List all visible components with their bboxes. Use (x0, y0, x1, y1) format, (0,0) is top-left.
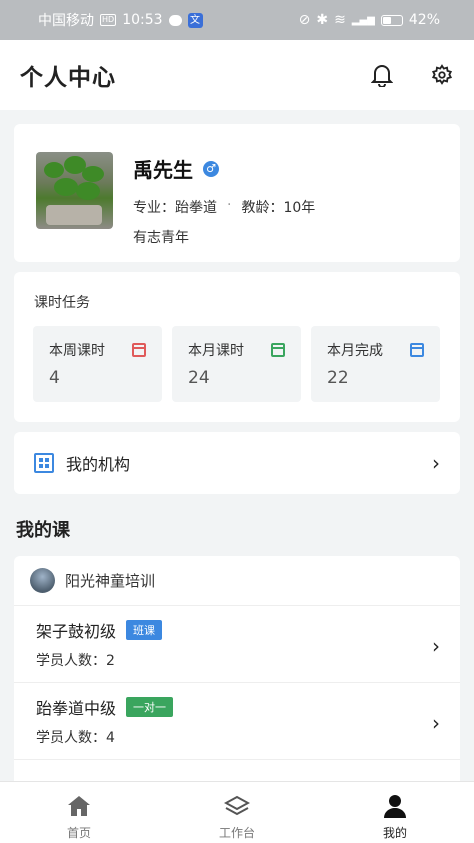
calendar-grid-icon (271, 343, 285, 357)
tab-workbench[interactable]: 工作台 (158, 782, 316, 843)
tab-label: 首页 (66, 826, 91, 840)
course-type-tag: 一对一 (126, 697, 174, 717)
course-item[interactable]: 架子鼓初级 班课 学员人数：2 › (14, 606, 460, 683)
my-courses-title: 我的课 (16, 520, 70, 541)
task-weekly-hours[interactable]: 本周课时 4 (33, 326, 162, 402)
org-link-label: 我的机构 (66, 455, 131, 474)
status-bar: 中国移动 HD 10:53 文 ⊘ ✱ ≋ ▂▄▆ 42% (0, 0, 474, 40)
course-item[interactable]: 跆拳道中级 一对一 学员人数：4 › (14, 683, 460, 760)
app-notification-icon: 文 (187, 12, 203, 28)
vibrate-icon: ⊘ (298, 12, 311, 28)
my-organization-link[interactable]: 我的机构 › (14, 432, 460, 494)
chevron-right-icon: › (432, 451, 440, 475)
page-title: 个人中心 (20, 65, 116, 91)
tab-label: 工作台 (218, 826, 255, 840)
students-count: 4 (106, 730, 115, 746)
calendar-check-icon (410, 343, 424, 357)
battery-percent: 42% (408, 12, 440, 28)
message-icon (168, 14, 182, 26)
profile-name: 禹先生 (133, 158, 193, 182)
major-label: 专业： (133, 200, 175, 216)
page-header: 个人中心 (0, 40, 474, 110)
hd-badge: HD (100, 14, 117, 26)
calendar-icon (132, 343, 146, 357)
courses-card: 阳光神童培训 架子鼓初级 班课 学员人数：2 › 跆拳道中级 一对一 学员人数：… (14, 556, 460, 796)
lesson-tasks-card: 课时任务 本周课时 4 本月课时 24 本月完成 22 (14, 272, 460, 422)
bell-icon[interactable] (370, 63, 394, 87)
students-count: 2 (106, 653, 115, 669)
building-icon (34, 453, 54, 473)
task-monthly-completed[interactable]: 本月完成 22 (311, 326, 440, 402)
major-value: 跆拳道 (175, 200, 217, 216)
org-avatar (30, 568, 55, 593)
meta-separator: · (227, 197, 232, 213)
course-org-header[interactable]: 阳光神童培训 (14, 556, 460, 606)
task-value: 4 (49, 368, 60, 388)
signal-icon: ▂▄▆ (351, 14, 375, 26)
seniority-value: 10年 (283, 200, 316, 216)
wifi-icon: ≋ (334, 12, 346, 28)
user-icon (381, 792, 409, 820)
task-monthly-hours[interactable]: 本月课时 24 (172, 326, 301, 402)
course-type-tag: 班课 (126, 620, 163, 640)
seniority-label: 教龄： (241, 200, 284, 216)
course-name: 架子鼓初级 (36, 622, 117, 641)
task-value: 22 (327, 368, 349, 388)
chevron-right-icon: › (432, 634, 440, 658)
chevron-right-icon: › (432, 711, 440, 735)
students-label: 学员人数： (36, 730, 106, 746)
male-icon: ♂ (203, 160, 219, 177)
tab-home[interactable]: 首页 (0, 782, 158, 843)
profile-motto: 有志青年 (133, 230, 189, 246)
org-name: 阳光神童培训 (65, 572, 156, 590)
tasks-title: 课时任务 (34, 295, 90, 311)
bottom-tab-bar: 首页 工作台 我的 (0, 781, 474, 843)
course-name: 跆拳道中级 (36, 699, 117, 718)
battery-icon (380, 14, 403, 26)
gear-icon[interactable] (430, 63, 454, 87)
bluetooth-icon: ✱ (316, 12, 329, 28)
tab-mine[interactable]: 我的 (316, 782, 474, 843)
home-icon (65, 792, 93, 820)
avatar (36, 152, 113, 229)
layers-icon (223, 792, 251, 820)
students-label: 学员人数： (36, 653, 106, 669)
task-value: 24 (188, 368, 210, 388)
carrier-text: 中国移动 (38, 13, 94, 29)
profile-card[interactable]: 禹先生 ♂ 专业：跆拳道 · 教龄：10年 有志青年 (14, 124, 460, 262)
status-time: 10:53 (122, 12, 163, 28)
tab-label: 我的 (382, 826, 407, 840)
profile-meta: 专业：跆拳道 · 教龄：10年 (133, 197, 315, 217)
